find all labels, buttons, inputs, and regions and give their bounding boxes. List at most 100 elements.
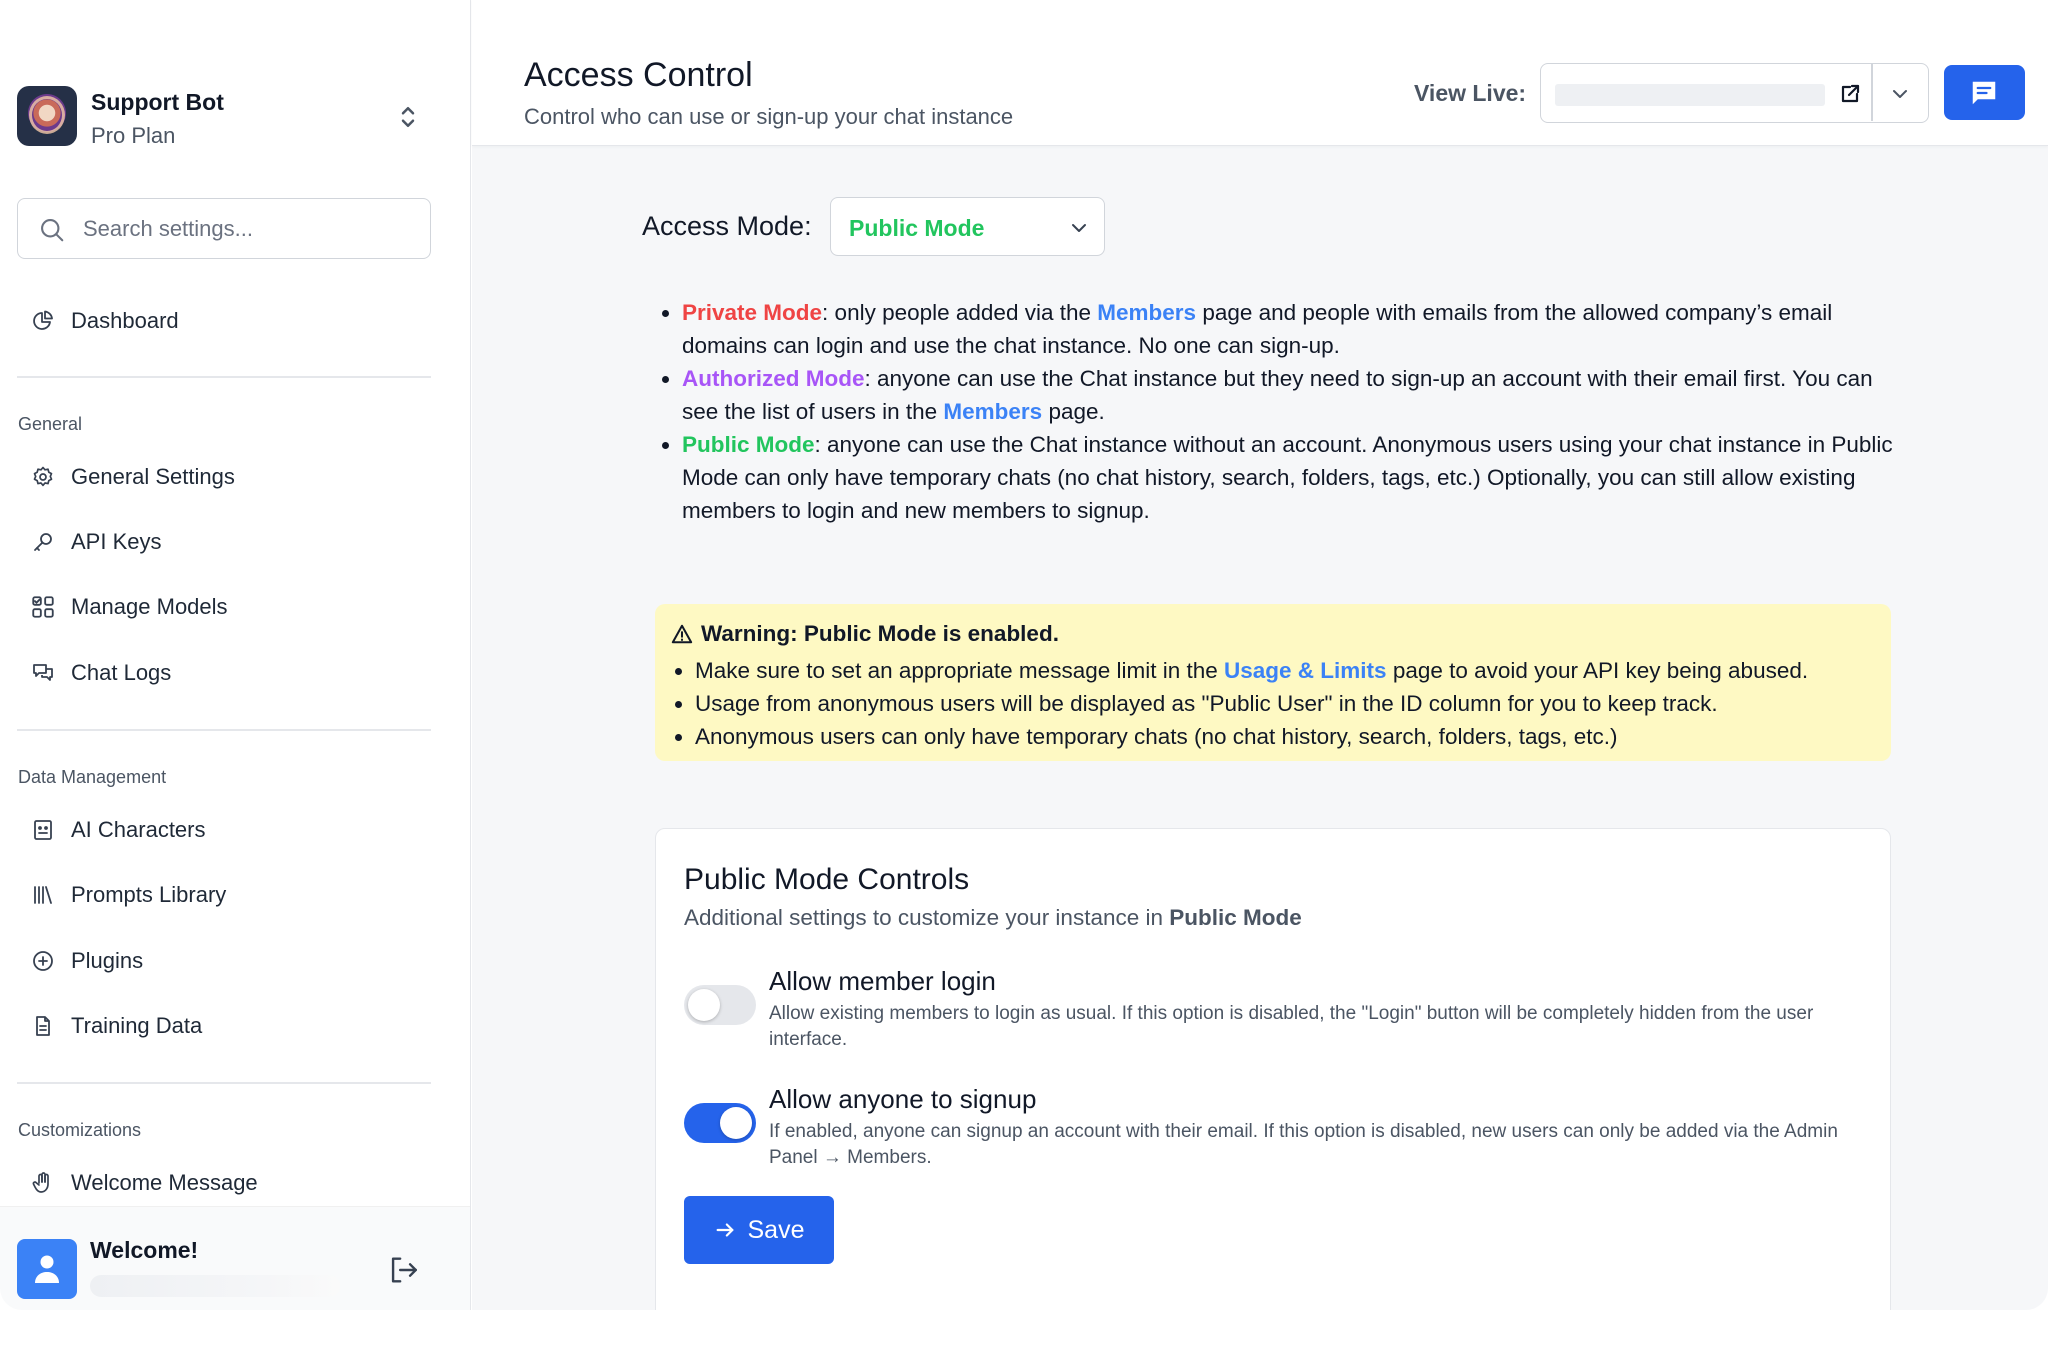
search-input[interactable] [83,211,413,247]
arrow-right-icon [716,1223,733,1237]
sidebar: Support Bot Pro Plan Dashboard General G… [0,0,471,1310]
avatar[interactable] [17,1239,77,1299]
document-icon [29,1012,57,1040]
sidebar-item-label: Welcome Message [71,1170,258,1195]
sidebar-item-prompts-library[interactable]: Prompts Library [17,870,431,920]
page-title: Access Control [524,56,753,94]
sidebar-item-api-keys[interactable]: API Keys [17,517,431,567]
sidebar-item-label: General Settings [71,464,235,489]
key-icon [29,528,57,556]
user-icon [35,1255,59,1283]
option-title: Allow member login [769,966,996,996]
sidebar-item-plugins[interactable]: Plugins [17,936,431,986]
save-button[interactable]: Save [684,1196,834,1264]
sidebar-item-label: Plugins [71,948,144,973]
gear-icon [29,463,57,491]
open-chat-button[interactable] [1944,65,2025,120]
public-mode-name: Public Mode [682,432,815,457]
workspace-switcher[interactable]: Support Bot Pro Plan [17,86,437,148]
private-mode-name: Private Mode [682,300,823,325]
brand-logo [17,86,77,146]
access-mode-label: Access Mode: [642,211,812,241]
sidebar-item-manage-models[interactable]: Manage Models [17,582,431,632]
library-icon [29,881,57,909]
warning-text: Make sure to set an appropriate message … [695,658,1225,683]
section-label-customizations: Customizations [18,1120,142,1140]
robot-face-icon [29,816,57,844]
chevron-down-icon [1072,224,1086,232]
view-live-label: View Live: [1414,80,1527,106]
access-mode-value: Public Mode [849,215,985,241]
card-subtitle-bold: Public Mode [1169,905,1302,930]
warning-title: Warning: Public Mode is enabled. [671,621,1059,647]
access-mode-select[interactable]: Public Mode [830,197,1105,256]
allow-signup-toggle[interactable] [684,1103,756,1143]
warning-text: page to avoid your API key being abused. [1386,658,1809,683]
app-window: Support Bot Pro Plan Dashboard General G… [0,0,2048,1310]
section-label-general: General [18,414,83,434]
list-item: Anonymous users can only have temporary … [674,720,1808,753]
settings-search[interactable] [17,198,431,259]
chat-bubbles-icon [29,659,57,687]
public-mode-controls-card: Public Mode Controls Additional settings… [655,828,1891,1310]
save-label: Save [747,1215,805,1244]
chevron-down-icon[interactable] [1888,82,1912,106]
warning-title-text: Warning: Public Mode is enabled. [701,621,1059,646]
list-item: Public Mode: anyone can use the Chat ins… [662,428,1902,527]
sidebar-item-training-data[interactable]: Training Data [17,1001,431,1051]
sidebar-item-label: AI Characters [71,817,206,842]
card-title: Public Mode Controls [684,863,970,896]
option-title: Allow anyone to signup [769,1084,1037,1114]
list-item: Authorized Mode: anyone can use the Chat… [662,362,1902,428]
sidebar-item-label: Manage Models [71,594,228,619]
brand-plan: Pro Plan [91,123,176,148]
members-link[interactable]: Members [943,399,1042,424]
mode-text: page. [1042,399,1105,424]
sidebar-item-chat-logs[interactable]: Chat Logs [17,648,431,698]
sidebar-item-label: Chat Logs [71,660,172,685]
option-description: If enabled, anyone can signup an account… [769,1121,1838,1168]
plus-circle-icon [29,947,57,975]
brand-name: Support Bot [91,89,224,115]
list-item: Private Mode: only people added via the … [662,296,1902,362]
sidebar-item-ai-characters[interactable]: AI Characters [17,805,431,855]
search-icon [41,219,64,242]
external-link-icon[interactable] [1838,82,1862,106]
divider [17,1082,431,1084]
warning-banner: Warning: Public Mode is enabled. Make su… [655,604,1891,761]
card-subtitle: Additional settings to customize your in… [684,905,1302,931]
hand-wave-icon [29,1169,57,1197]
sidebar-item-label: API Keys [71,529,162,554]
page-subtitle: Control who can use or sign-up your chat… [524,104,1014,129]
sidebar-item-label: Dashboard [71,308,179,333]
sidebar-item-label: Prompts Library [71,882,227,907]
option-description: Allow existing members to login as usual… [769,1003,1814,1050]
usage-limits-link[interactable]: Usage & Limits [1224,658,1387,683]
user-footer: Welcome! [0,1206,470,1310]
section-label-data-management: Data Management [18,767,167,787]
members-link[interactable]: Members [1097,300,1196,325]
divider [17,729,431,731]
mode-text: : anyone can use the Chat instance witho… [682,432,1893,523]
user-greeting: Welcome! [90,1237,199,1263]
sidebar-item-welcome-message[interactable]: Welcome Message [17,1158,431,1208]
list-item: Usage from anonymous users will be displ… [674,687,1808,720]
view-live-url-field[interactable] [1540,63,1929,123]
sidebar-item-label: Training Data [71,1013,203,1038]
pie-chart-icon [29,307,57,335]
mode-text: : only people added via the [822,300,1098,325]
authorized-mode-name: Authorized Mode [682,366,865,391]
logout-icon[interactable] [386,1253,420,1287]
main-content: Access Control Control who can use or si… [472,0,2048,1310]
sidebar-item-dashboard[interactable]: Dashboard [17,296,431,346]
warning-triangle-icon [671,624,693,644]
url-redacted [1555,84,1825,106]
divider [17,376,431,378]
divider [1871,64,1873,121]
page-header: Access Control Control who can use or si… [472,0,2048,146]
chevron-up-down-icon[interactable] [393,102,423,132]
card-subtitle-text: Additional settings to customize your in… [684,905,1170,930]
grid-icon [29,593,57,621]
sidebar-item-general-settings[interactable]: General Settings [17,452,431,502]
allow-member-login-toggle[interactable] [684,985,756,1025]
